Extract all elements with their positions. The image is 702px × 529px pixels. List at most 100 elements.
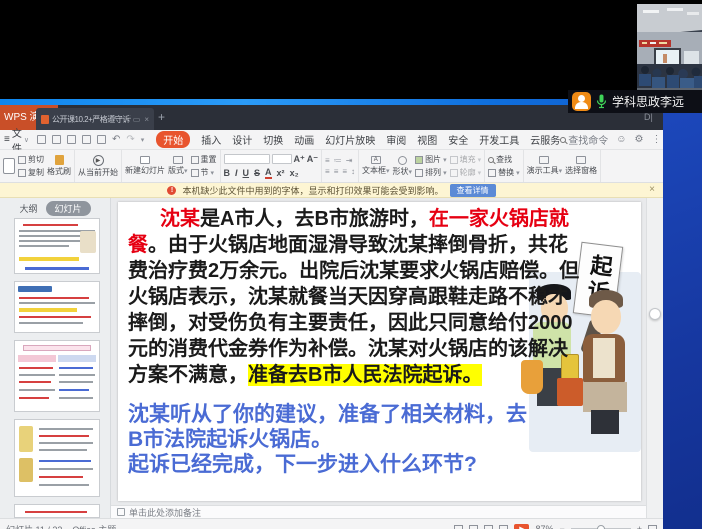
question-paragraph: 沈某听从了你的建议，准备了相关材料，去B市法院起诉火锅店。 起诉已经完成，下一步… <box>128 402 540 477</box>
print-icon[interactable] <box>82 135 91 144</box>
copy-button[interactable]: 复制 <box>18 167 44 178</box>
zoom-knob[interactable] <box>597 525 605 529</box>
warning-close-icon[interactable]: × <box>649 184 655 195</box>
slides-tab[interactable]: 幻灯片 <box>46 201 91 216</box>
align-right-icon[interactable]: ≡ <box>342 167 347 176</box>
document-icon <box>41 115 49 124</box>
section-button[interactable]: 节▾ <box>191 167 217 178</box>
align-left-icon[interactable]: ≡ <box>325 167 330 176</box>
slide-thumbnail[interactable] <box>14 281 100 333</box>
outline-tab[interactable]: 大纲 <box>19 202 37 215</box>
open-file-icon[interactable] <box>52 135 61 144</box>
arrange-icon <box>415 169 423 177</box>
font-color-button[interactable]: A <box>265 167 272 179</box>
tab-close-icon[interactable]: × <box>144 115 149 124</box>
play-group: ▶ 从当前开始 <box>75 150 122 182</box>
layout-button[interactable]: 版式▾ <box>168 156 188 176</box>
slide-thumbnail[interactable] <box>14 218 100 274</box>
bullets-icon[interactable]: ≡ <box>325 156 330 165</box>
bold-button[interactable]: B <box>224 168 231 178</box>
menu-tab-cloud[interactable]: 云服务 <box>530 132 560 147</box>
tab-restore-icon[interactable]: ▭ <box>133 115 141 124</box>
find-button[interactable]: 查找 <box>488 154 520 165</box>
menu-tab-security[interactable]: 安全 <box>448 132 468 147</box>
italic-button[interactable]: I <box>235 168 238 178</box>
fill-button[interactable]: 填充▾ <box>450 154 482 165</box>
reading-view-icon[interactable] <box>499 525 508 529</box>
menu-tab-home[interactable]: 开始 <box>156 131 190 148</box>
picture-icon <box>415 156 423 164</box>
format-painter-button[interactable]: 格式刷 <box>47 155 71 177</box>
outline-button[interactable]: 轮廓▾ <box>450 167 482 178</box>
slide-thumbnail[interactable] <box>14 504 100 518</box>
notes-view-icon[interactable] <box>484 525 493 529</box>
replace-button[interactable]: 替换▾ <box>488 167 520 178</box>
scrollbar-handle[interactable] <box>649 308 661 320</box>
classroom-video-feed[interactable] <box>637 4 702 97</box>
picture-button[interactable]: 图片▾ <box>415 154 447 165</box>
selection-pane-button[interactable]: 选择窗格 <box>565 156 597 176</box>
customize-caret-icon[interactable]: ▾ <box>141 136 145 144</box>
slideshow-play-button[interactable]: ▶ <box>514 524 529 529</box>
new-slide-button[interactable]: 新建幻灯片 <box>125 156 165 176</box>
menu-tab-devtools[interactable]: 开发工具 <box>479 132 519 147</box>
paste-icon[interactable] <box>3 158 15 174</box>
feedback-icon[interactable]: ☺ <box>616 134 626 145</box>
textbox-button[interactable]: A 文本框▾ <box>362 156 390 176</box>
notes-bar[interactable]: 单击此处添加备注 <box>111 505 646 518</box>
normal-view-icon[interactable] <box>454 525 463 529</box>
line-spacing-icon[interactable]: ↕ <box>351 167 355 176</box>
shapes-button[interactable]: 形状▾ <box>393 156 413 177</box>
indent-icon[interactable]: ⇥ <box>346 156 353 165</box>
slide-workspace: 沈某是A市人，去B市旅游时，在一家火锅店就餐。由于火锅店地面湿滑导致沈某摔倒骨折… <box>111 198 646 505</box>
subscript-button[interactable]: x₂ <box>290 168 299 178</box>
superscript-button[interactable]: x² <box>277 168 285 178</box>
undo-icon[interactable]: ↶ <box>112 134 120 145</box>
font-size-select[interactable] <box>272 154 292 164</box>
menu-tab-design[interactable]: 设计 <box>232 132 252 147</box>
quick-access-bar: ↶ ↷ ▾ <box>37 134 144 145</box>
menu-tab-slideshow[interactable]: 幻灯片放映 <box>325 132 375 147</box>
participant-name-bar[interactable]: 学科思政李远 <box>568 90 702 113</box>
new-file-icon[interactable] <box>37 135 46 144</box>
cut-button[interactable]: 剪切 <box>18 154 44 165</box>
strikethrough-button[interactable]: S <box>254 168 260 178</box>
new-tab-button[interactable]: + <box>158 111 165 123</box>
reset-button[interactable]: 重置 <box>191 154 217 165</box>
play-from-current-button[interactable]: ▶ 从当前开始 <box>78 155 118 178</box>
align-center-icon[interactable]: ≡ <box>334 167 339 176</box>
increase-font-button[interactable]: A⁺ <box>294 154 305 165</box>
fit-screen-icon[interactable] <box>648 525 657 529</box>
settings-gear-icon[interactable]: ⚙ <box>634 134 643 145</box>
warning-action-button[interactable]: 查看详情 <box>450 184 496 197</box>
menu-tab-transition[interactable]: 切换 <box>263 132 283 147</box>
find-command[interactable]: 查找命令 <box>560 132 608 147</box>
slide-thumbnail[interactable] <box>14 419 100 497</box>
redo-icon[interactable]: ↷ <box>126 134 134 145</box>
insert-group: A 文本框▾ 形状▾ 图片▾ 排列▾ 填充▾ 轮廓▾ <box>359 150 485 182</box>
numbering-icon[interactable]: ≔ <box>334 156 342 165</box>
menu-tab-view[interactable]: 视图 <box>417 132 437 147</box>
slide-sorter-icon[interactable] <box>469 525 478 529</box>
more-dots-icon[interactable]: ⋮ <box>651 134 661 145</box>
textbox-icon: A <box>371 156 381 164</box>
preview-icon[interactable] <box>97 135 106 144</box>
save-icon[interactable] <box>67 135 76 144</box>
current-slide[interactable]: 沈某是A市人，去B市旅游时，在一家火锅店就餐。由于火锅店地面湿滑导致沈某摔倒骨折… <box>118 202 641 501</box>
docer-icon[interactable]: D| <box>644 112 653 122</box>
vertical-scrollbar[interactable] <box>646 198 663 518</box>
menu-tab-animation[interactable]: 动画 <box>294 132 314 147</box>
underline-button[interactable]: U <box>243 168 250 178</box>
decrease-font-button[interactable]: A⁻ <box>307 154 318 165</box>
document-tab[interactable]: 公开课10.2+严格遵守诉讼程序 ▭ × <box>36 108 154 130</box>
menu-tab-review[interactable]: 审阅 <box>386 132 406 147</box>
zoom-in-icon[interactable]: + <box>637 524 642 529</box>
arrange-button[interactable]: 排列▾ <box>415 167 447 178</box>
slide-thumbnail[interactable] <box>14 340 100 412</box>
menu-tab-insert[interactable]: 插入 <box>201 132 221 147</box>
document-tab-title: 公开课10.2+严格遵守诉讼程序 <box>52 114 131 125</box>
zoom-out-icon[interactable]: − <box>559 524 564 529</box>
present-tools-button[interactable]: 演示工具▾ <box>527 156 563 176</box>
font-name-select[interactable] <box>224 154 270 164</box>
zoom-level: 87% <box>535 524 553 529</box>
